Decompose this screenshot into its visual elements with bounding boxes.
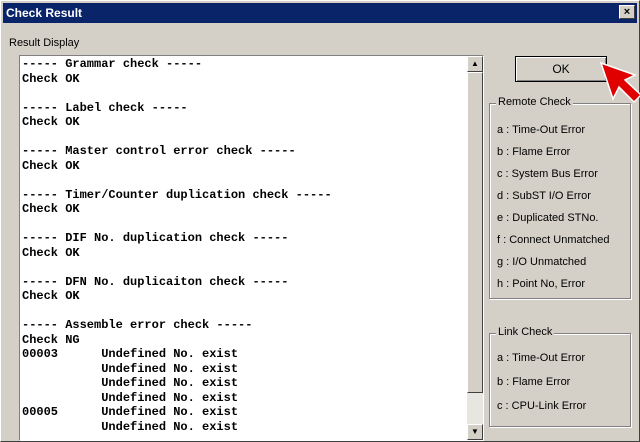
- check-result-window: Check Result × Result Display ----- Gram…: [0, 0, 640, 442]
- result-line: Check OK: [22, 245, 80, 260]
- result-line: [22, 86, 466, 101]
- result-line: 00003 Undefined No. exist: [22, 347, 239, 361]
- result-line: Undefined No. exist: [22, 361, 239, 376]
- result-line: Check NG: [22, 332, 80, 347]
- remote-check-item: d : SubST I/O Error: [497, 190, 591, 202]
- link-check-title: Link Check: [496, 326, 555, 338]
- result-line: [22, 304, 466, 319]
- ok-button[interactable]: OK: [515, 56, 607, 82]
- result-text: ----- Grammar check ----- Check OK ----- …: [22, 57, 466, 434]
- link-check-group: Link Check a : Time-Out Error b : Flame …: [489, 326, 631, 427]
- remote-check-title: Remote Check: [496, 96, 573, 108]
- result-line: Check OK: [22, 289, 80, 303]
- result-line: Undefined No. exist: [22, 376, 239, 390]
- scroll-thumb[interactable]: [467, 72, 483, 393]
- remote-check-item: c : System Bus Error: [497, 168, 598, 180]
- result-line: Check OK: [22, 202, 80, 216]
- result-line: 00005 Undefined No. exist: [22, 405, 239, 419]
- vertical-scrollbar[interactable]: ▲ ▼: [467, 56, 483, 440]
- remote-check-group: Remote Check a : Time-Out Error b : Flam…: [489, 96, 631, 299]
- result-line: [22, 217, 466, 232]
- link-check-item: c : CPU-Link Error: [497, 400, 587, 412]
- close-button[interactable]: ×: [619, 5, 635, 19]
- result-line: ----- Assemble error check -----: [22, 318, 253, 332]
- remote-check-item: a : Time-Out Error: [497, 124, 586, 136]
- mouse-cursor-arrow-icon: [599, 61, 640, 104]
- result-line: [22, 130, 466, 145]
- remote-check-item: e : Duplicated STNo.: [497, 212, 599, 224]
- link-check-item: b : Flame Error: [497, 376, 571, 388]
- result-display-label: Result Display: [9, 37, 80, 49]
- result-line: Check OK: [22, 71, 80, 86]
- window-title: Check Result: [6, 6, 83, 20]
- result-line: ----- Grammar check -----: [22, 57, 203, 71]
- result-line: ----- DIF No. duplication check -----: [22, 231, 289, 245]
- result-display-textbox[interactable]: ----- Grammar check ----- Check OK ----- …: [19, 55, 484, 441]
- result-line: [22, 173, 466, 188]
- remote-check-item: h : Point No, Error: [497, 278, 586, 290]
- result-line: ----- Timer/Counter duplication check --…: [22, 187, 332, 202]
- scroll-down-button[interactable]: ▼: [467, 424, 483, 440]
- result-line: Undefined No. exist: [22, 419, 239, 434]
- result-line: [22, 260, 466, 275]
- remote-check-item: b : Flame Error: [497, 146, 571, 158]
- remote-check-item: g : I/O Unmatched: [497, 256, 587, 268]
- link-check-item: a : Time-Out Error: [497, 352, 586, 364]
- result-line: Undefined No. exist: [22, 390, 239, 405]
- result-line: ----- DFN No. duplicaiton check -----: [22, 274, 289, 289]
- result-line: Check OK: [22, 158, 80, 173]
- scroll-up-button[interactable]: ▲: [467, 56, 483, 72]
- result-line: ----- Label check -----: [22, 100, 188, 115]
- result-line: Check OK: [22, 115, 80, 129]
- title-bar[interactable]: Check Result ×: [3, 3, 637, 23]
- remote-check-item: f : Connect Unmatched: [497, 234, 610, 246]
- result-line: ----- Master control error check -----: [22, 144, 296, 158]
